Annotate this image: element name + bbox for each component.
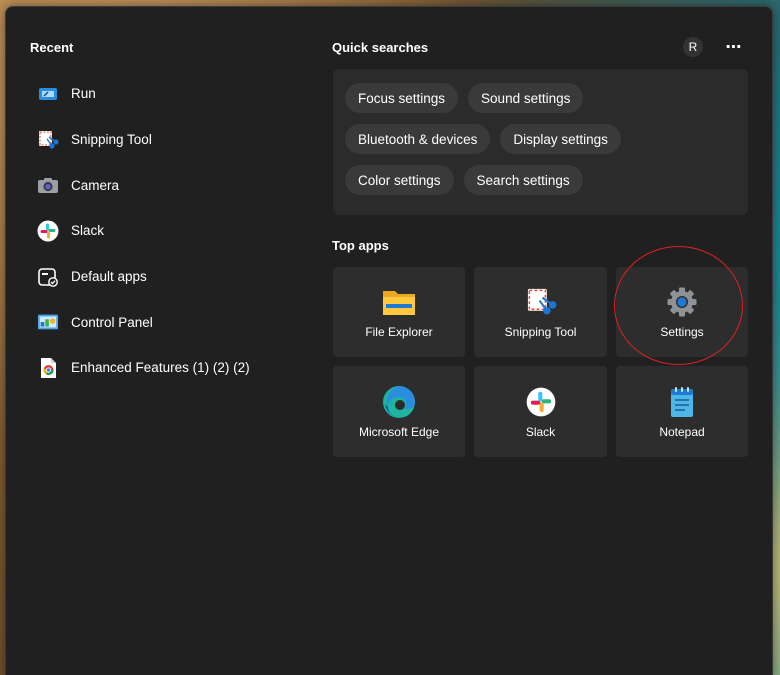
recent-item-run[interactable]: Run bbox=[37, 71, 307, 117]
recent-item-slack[interactable]: Slack bbox=[37, 208, 307, 254]
recent-item-default-apps[interactable]: Default apps bbox=[37, 254, 307, 300]
chip-display-settings[interactable]: Display settings bbox=[500, 124, 621, 154]
chip-bluetooth-devices[interactable]: Bluetooth & devices bbox=[345, 124, 491, 154]
recent-item-label: Camera bbox=[71, 177, 120, 193]
quick-searches-box: Focus settings Sound settings Bluetooth … bbox=[333, 69, 748, 215]
run-icon bbox=[37, 83, 59, 105]
app-tile-notepad[interactable]: Notepad bbox=[616, 366, 748, 457]
slack-icon bbox=[37, 220, 59, 242]
recent-list: Run Snipping Tool Camera Slack Default a… bbox=[37, 71, 307, 391]
snipping-tool-icon bbox=[524, 285, 558, 319]
recent-item-label: Control Panel bbox=[71, 314, 153, 330]
recent-item-snipping-tool[interactable]: Snipping Tool bbox=[37, 117, 307, 163]
chip-color-settings[interactable]: Color settings bbox=[345, 165, 454, 195]
recent-item-control-panel[interactable]: Control Panel bbox=[37, 299, 307, 345]
app-tile-microsoft-edge[interactable]: Microsoft Edge bbox=[333, 366, 465, 457]
control-panel-icon bbox=[37, 311, 59, 333]
app-tile-file-explorer[interactable]: File Explorer bbox=[333, 267, 465, 357]
search-flyout: Recent Run Snipping Tool Camera Slack De… bbox=[5, 6, 773, 675]
default-apps-icon bbox=[37, 266, 59, 288]
recent-item-label: Default apps bbox=[71, 269, 147, 285]
folder-icon bbox=[382, 285, 416, 319]
app-tile-slack[interactable]: Slack bbox=[474, 366, 607, 457]
chip-search-settings[interactable]: Search settings bbox=[463, 165, 583, 195]
app-tile-label: Settings bbox=[660, 325, 704, 339]
chip-focus-settings[interactable]: Focus settings bbox=[345, 83, 459, 113]
app-tile-label: Snipping Tool bbox=[504, 325, 577, 339]
edge-icon bbox=[382, 385, 416, 419]
app-tile-snipping-tool[interactable]: Snipping Tool bbox=[474, 267, 607, 357]
app-tile-settings[interactable]: Settings bbox=[616, 267, 748, 357]
recent-heading: Recent bbox=[30, 40, 74, 55]
recent-item-label: Run bbox=[71, 86, 96, 102]
app-tile-label: File Explorer bbox=[365, 325, 433, 339]
top-apps-heading: Top apps bbox=[332, 238, 389, 253]
app-tile-label: Microsoft Edge bbox=[358, 424, 440, 439]
notepad-icon bbox=[665, 385, 699, 419]
gear-icon bbox=[665, 285, 699, 319]
recent-item-enhanced-features[interactable]: Enhanced Features (1) (2) (2) bbox=[37, 345, 307, 391]
chip-row: Bluetooth & devices Display settings bbox=[345, 124, 736, 154]
top-apps-grid: File Explorer Snipping Tool Settings Mic… bbox=[333, 267, 748, 457]
snipping-tool-icon bbox=[37, 129, 59, 151]
chip-sound-settings[interactable]: Sound settings bbox=[468, 83, 584, 113]
app-tile-label: Slack bbox=[525, 424, 556, 439]
slack-icon bbox=[524, 385, 558, 419]
chrome-file-icon bbox=[37, 357, 59, 379]
recent-item-camera[interactable]: Camera bbox=[37, 162, 307, 208]
account-avatar-button[interactable]: R bbox=[683, 37, 703, 57]
recent-item-label: Snipping Tool bbox=[71, 132, 152, 148]
recent-item-label: Slack bbox=[71, 223, 105, 239]
chip-row: Color settings Search settings bbox=[345, 165, 736, 195]
quick-searches-heading: Quick searches bbox=[332, 40, 429, 55]
camera-icon bbox=[37, 174, 59, 196]
recent-item-label: Enhanced Features (1) (2) (2) bbox=[71, 360, 250, 376]
chip-row: Focus settings Sound settings bbox=[345, 83, 736, 113]
app-tile-label: Notepad bbox=[659, 424, 705, 439]
more-options-button[interactable]: ⋯ bbox=[723, 37, 745, 57]
